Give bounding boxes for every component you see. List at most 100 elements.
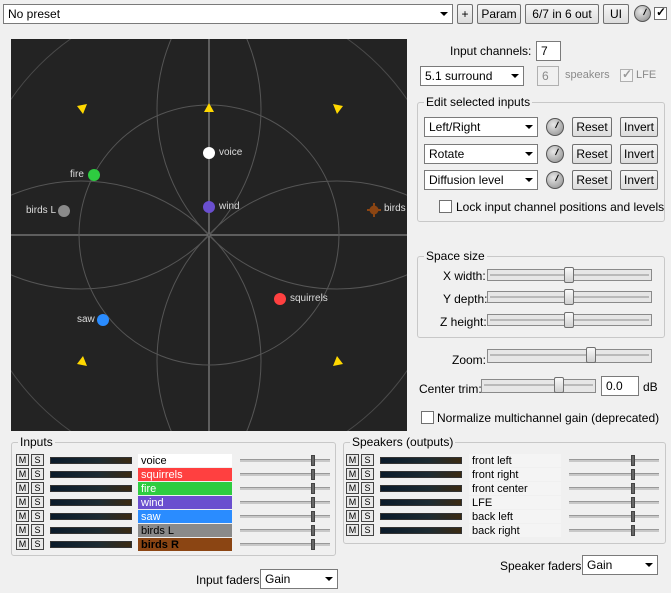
source-voice-dot[interactable] — [203, 147, 215, 159]
mute-button[interactable]: M — [346, 454, 359, 466]
source-saw-dot[interactable] — [97, 314, 109, 326]
enable-checkbox[interactable] — [654, 5, 667, 20]
input-name[interactable]: fire — [138, 482, 232, 495]
solo-button[interactable]: S — [31, 454, 44, 466]
lfe-checkbox[interactable] — [620, 67, 633, 82]
source-birds-l-dot[interactable] — [58, 205, 70, 217]
mute-button[interactable]: M — [16, 510, 29, 522]
input-fader-thumb[interactable] — [311, 525, 315, 536]
source-wind-dot[interactable] — [203, 201, 215, 213]
space-view[interactable]: voice fire birds L wind birds saw squirr… — [11, 39, 407, 431]
input-fader-thumb[interactable] — [311, 483, 315, 494]
invert-button-2[interactable]: Invert — [620, 144, 658, 164]
input-name[interactable]: birds L — [138, 524, 232, 537]
mute-button[interactable]: M — [16, 496, 29, 508]
layout-select[interactable]: 5.1 surround — [420, 66, 524, 86]
speaker-fader-thumb[interactable] — [631, 497, 635, 508]
input-fader[interactable] — [240, 511, 330, 522]
speaker-fader-thumb[interactable] — [631, 469, 635, 480]
mute-button[interactable]: M — [346, 524, 359, 536]
speaker-fader-thumb[interactable] — [631, 483, 635, 494]
speaker-fader-thumb[interactable] — [631, 455, 635, 466]
solo-button[interactable]: S — [361, 524, 374, 536]
center-trim-field[interactable]: 0.0 — [601, 376, 639, 396]
x-width-slider-thumb[interactable] — [564, 267, 574, 283]
solo-button[interactable]: S — [31, 510, 44, 522]
speaker-fader-thumb[interactable] — [631, 525, 635, 536]
input-fader-thumb[interactable] — [311, 455, 315, 466]
input-fader-thumb[interactable] — [311, 497, 315, 508]
speaker-fader[interactable] — [569, 497, 659, 508]
input-fader[interactable] — [240, 483, 330, 494]
reset-button-1[interactable]: Reset — [572, 117, 612, 137]
mute-button[interactable]: M — [346, 496, 359, 508]
source-fire-dot[interactable] — [88, 169, 100, 181]
solo-button[interactable]: S — [361, 468, 374, 480]
solo-button[interactable]: S — [361, 496, 374, 508]
mute-button[interactable]: M — [16, 454, 29, 466]
speaker-front-center-icon[interactable] — [204, 102, 214, 112]
invert-button-3[interactable]: Invert — [620, 170, 658, 190]
speaker-fader[interactable] — [569, 469, 659, 480]
edit-knob-1-icon[interactable] — [546, 118, 564, 136]
edit-knob-2-icon[interactable] — [546, 145, 564, 163]
speakers-count-field[interactable]: 6 — [537, 66, 559, 86]
reset-button-2[interactable]: Reset — [572, 144, 612, 164]
speaker-faders-select[interactable]: Gain — [582, 555, 658, 575]
z-height-slider-thumb[interactable] — [564, 312, 574, 328]
mute-button[interactable]: M — [16, 468, 29, 480]
edit-param-select-2[interactable]: Rotate — [424, 144, 538, 164]
solo-button[interactable]: S — [31, 538, 44, 550]
add-preset-button[interactable]: + — [457, 4, 473, 24]
solo-button[interactable]: S — [361, 454, 374, 466]
normalize-gain-checkbox[interactable] — [421, 411, 434, 424]
speaker-fader[interactable] — [569, 525, 659, 536]
mute-button[interactable]: M — [346, 468, 359, 480]
io-config-button[interactable]: 6/7 in 6 out — [525, 4, 599, 24]
speaker-front-right-icon[interactable] — [333, 103, 343, 114]
input-fader-thumb[interactable] — [311, 511, 315, 522]
speaker-fader[interactable] — [569, 511, 659, 522]
speaker-back-right-icon[interactable] — [333, 355, 343, 366]
invert-button-1[interactable]: Invert — [620, 117, 658, 137]
y-depth-slider-thumb[interactable] — [564, 289, 574, 305]
input-fader[interactable] — [240, 455, 330, 466]
input-name[interactable]: birds R — [138, 538, 232, 551]
wet-knob-icon[interactable] — [634, 5, 651, 22]
mute-button[interactable]: M — [346, 510, 359, 522]
solo-button[interactable]: S — [31, 468, 44, 480]
solo-button[interactable]: S — [361, 482, 374, 494]
mute-button[interactable]: M — [16, 538, 29, 550]
input-name[interactable]: squirrels — [138, 468, 232, 481]
input-fader[interactable] — [240, 539, 330, 550]
source-birds-r-dot[interactable] — [367, 203, 381, 217]
zoom-slider-thumb[interactable] — [586, 347, 596, 363]
input-name[interactable]: voice — [138, 454, 232, 467]
input-name[interactable]: saw — [138, 510, 232, 523]
speaker-front-left-icon[interactable] — [77, 103, 87, 114]
y-depth-slider[interactable] — [487, 289, 652, 305]
mute-button[interactable]: M — [346, 482, 359, 494]
solo-button[interactable]: S — [31, 524, 44, 536]
input-fader[interactable] — [240, 497, 330, 508]
source-squirrels-dot[interactable] — [274, 293, 286, 305]
lock-positions-checkbox[interactable] — [439, 200, 452, 213]
speaker-back-left-icon[interactable] — [77, 355, 87, 366]
solo-button[interactable]: S — [31, 496, 44, 508]
zoom-slider[interactable] — [487, 347, 652, 363]
preset-select[interactable]: No preset — [3, 4, 453, 24]
param-button[interactable]: Param — [477, 4, 521, 24]
speaker-fader[interactable] — [569, 455, 659, 466]
input-channels-field[interactable]: 7 — [536, 41, 561, 61]
input-fader[interactable] — [240, 525, 330, 536]
center-trim-slider-thumb[interactable] — [554, 377, 564, 393]
solo-button[interactable]: S — [361, 510, 374, 522]
speaker-fader[interactable] — [569, 483, 659, 494]
mute-button[interactable]: M — [16, 524, 29, 536]
edit-param-select-1[interactable]: Left/Right — [424, 117, 538, 137]
ui-button[interactable]: UI — [603, 4, 629, 24]
center-trim-slider[interactable] — [481, 377, 596, 393]
input-name[interactable]: wind — [138, 496, 232, 509]
mute-button[interactable]: M — [16, 482, 29, 494]
speaker-fader-thumb[interactable] — [631, 511, 635, 522]
